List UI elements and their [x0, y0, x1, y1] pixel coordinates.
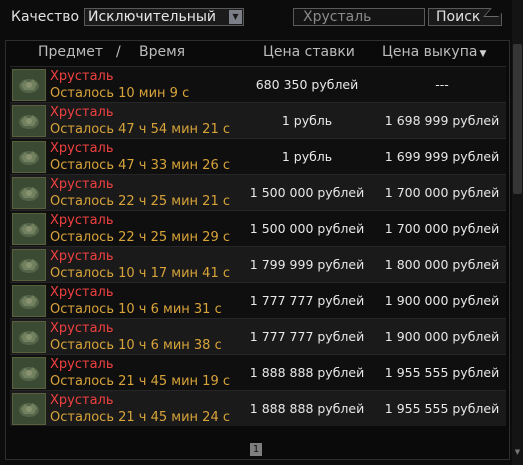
time-left: Осталось 10 ч 17 мин 41 с — [50, 266, 230, 281]
table-row[interactable]: Хрусталь Осталось 21 ч 45 мин 19 с 1 888 8… — [10, 354, 506, 390]
bid-price: 1 500 000 рублей — [249, 221, 365, 236]
table-row[interactable]: Хрусталь Осталось 10 ч 17 мин 41 с 1 799 9… — [10, 246, 506, 282]
search-input[interactable] — [293, 8, 425, 26]
bid-price: 1 888 888 рублей — [249, 365, 365, 380]
time-left: Осталось 21 ч 45 мин 19 с — [50, 374, 230, 389]
sort-desc-icon: ▼ — [479, 49, 487, 59]
item-name: Хрусталь — [50, 285, 114, 300]
item-name: Хрусталь — [50, 177, 114, 192]
scroll-down-icon[interactable]: ▼ — [513, 446, 522, 458]
crystal-item-icon — [12, 285, 46, 317]
crystal-item-icon — [12, 105, 46, 137]
header-bid[interactable]: Цена ставки — [263, 44, 355, 60]
time-left: Осталось 10 мин 9 с — [50, 86, 190, 101]
filter-bar: Качество Исключительный ▼ Поиск — [0, 0, 523, 36]
crystal-item-icon — [12, 69, 46, 101]
bid-price: 1 рубль — [281, 149, 333, 164]
crystal-item-icon — [12, 321, 46, 353]
header-buyout[interactable]: Цена выкупа ▼ — [382, 44, 486, 60]
header-separator: / — [116, 44, 121, 60]
time-left: Осталось 22 ч 25 мин 21 с — [50, 194, 230, 209]
header-time[interactable]: Время — [139, 44, 185, 60]
bid-price: 1 888 888 рублей — [249, 401, 365, 416]
buyout-price: --- — [435, 77, 449, 92]
buyout-price: 1 955 555 рублей — [384, 365, 500, 380]
time-left: Осталось 10 ч 6 мин 31 с — [50, 302, 222, 317]
search-button[interactable]: Поиск — [428, 8, 506, 26]
item-name: Хрусталь — [50, 393, 114, 408]
crystal-item-icon — [12, 249, 46, 281]
buyout-price: 1 900 000 рублей — [384, 329, 500, 344]
scrollbar-thumb[interactable] — [513, 44, 522, 194]
buyout-price: 1 900 000 рублей — [384, 293, 500, 308]
scrollbar[interactable]: ▼ — [512, 0, 523, 465]
item-name: Хрусталь — [50, 105, 114, 120]
item-name: Хрусталь — [50, 213, 114, 228]
table-row[interactable]: Хрусталь Осталось 22 ч 25 мин 29 с 1 500 0… — [10, 210, 506, 246]
buyout-price: 1 699 999 рублей — [384, 149, 500, 164]
search-button-label: Поиск — [436, 9, 481, 25]
item-name: Хрусталь — [50, 321, 114, 336]
dropdown-arrow-icon[interactable]: ▼ — [229, 10, 242, 24]
time-left: Осталось 21 ч 45 мин 24 с — [50, 410, 230, 425]
item-name: Хрусталь — [50, 249, 114, 264]
table-row[interactable]: Хрусталь Осталось 21 ч 45 мин 24 с 1 888 8… — [10, 390, 506, 426]
table-row[interactable]: Хрусталь Осталось 22 ч 25 мин 21 с 1 500 0… — [10, 174, 506, 210]
item-name: Хрусталь — [50, 69, 114, 84]
crystal-item-icon — [12, 393, 46, 425]
table-row[interactable]: Хрусталь Осталось 47 ч 33 мин 26 с 1 рубль… — [10, 138, 506, 174]
table-header: Предмет / Время Цена ставки Цена выкупа ▼ — [6, 41, 511, 66]
corner-decoration — [483, 8, 506, 17]
crystal-item-icon — [12, 213, 46, 245]
buyout-price: 1 955 555 рублей — [384, 401, 500, 416]
table-row[interactable]: Хрусталь Осталось 10 ч 6 мин 31 с 1 777 77… — [10, 282, 506, 318]
buyout-price: 1 800 000 рублей — [384, 257, 500, 272]
bid-price: 1 500 000 рублей — [249, 185, 365, 200]
header-buyout-label: Цена выкупа — [382, 44, 478, 60]
quality-label: Качество — [11, 9, 80, 25]
buyout-price: 1 700 000 рублей — [384, 221, 500, 236]
table-row[interactable]: Хрусталь Осталось 47 ч 54 мин 21 с 1 рубль… — [10, 102, 506, 138]
buyout-price: 1 700 000 рублей — [384, 185, 500, 200]
crystal-item-icon — [12, 177, 46, 209]
bid-price: 1 799 999 рублей — [249, 257, 365, 272]
table-row[interactable]: Хрусталь Осталось 10 мин 9 с 680 350 рубле… — [10, 66, 506, 102]
item-name: Хрусталь — [50, 141, 114, 156]
time-left: Осталось 22 ч 25 мин 29 с — [50, 230, 230, 245]
header-item[interactable]: Предмет — [38, 44, 103, 60]
crystal-item-icon — [12, 357, 46, 389]
time-left: Осталось 47 ч 54 мин 21 с — [50, 122, 230, 137]
quality-select[interactable]: Исключительный ▼ — [84, 8, 244, 26]
item-name: Хрусталь — [50, 357, 114, 372]
time-left: Осталось 47 ч 33 мин 26 с — [50, 158, 230, 173]
page-number[interactable]: 1 — [250, 443, 262, 456]
time-left: Осталось 10 ч 6 мин 38 с — [50, 338, 222, 353]
buyout-price: 1 698 999 рублей — [384, 113, 500, 128]
table-row[interactable]: Хрусталь Осталось 10 ч 6 мин 38 с 1 777 77… — [10, 318, 506, 354]
quality-select-value: Исключительный — [88, 9, 217, 25]
bid-price: 1 777 777 рублей — [249, 329, 365, 344]
auction-results-panel: Предмет / Время Цена ставки Цена выкупа ▼… — [5, 40, 510, 460]
bid-price: 1 рубль — [281, 113, 333, 128]
results-list: Хрусталь Осталось 10 мин 9 с 680 350 рубле… — [10, 66, 506, 426]
bid-price: 680 350 рублей — [255, 77, 359, 92]
bid-price: 1 777 777 рублей — [249, 293, 365, 308]
crystal-item-icon — [12, 141, 46, 173]
